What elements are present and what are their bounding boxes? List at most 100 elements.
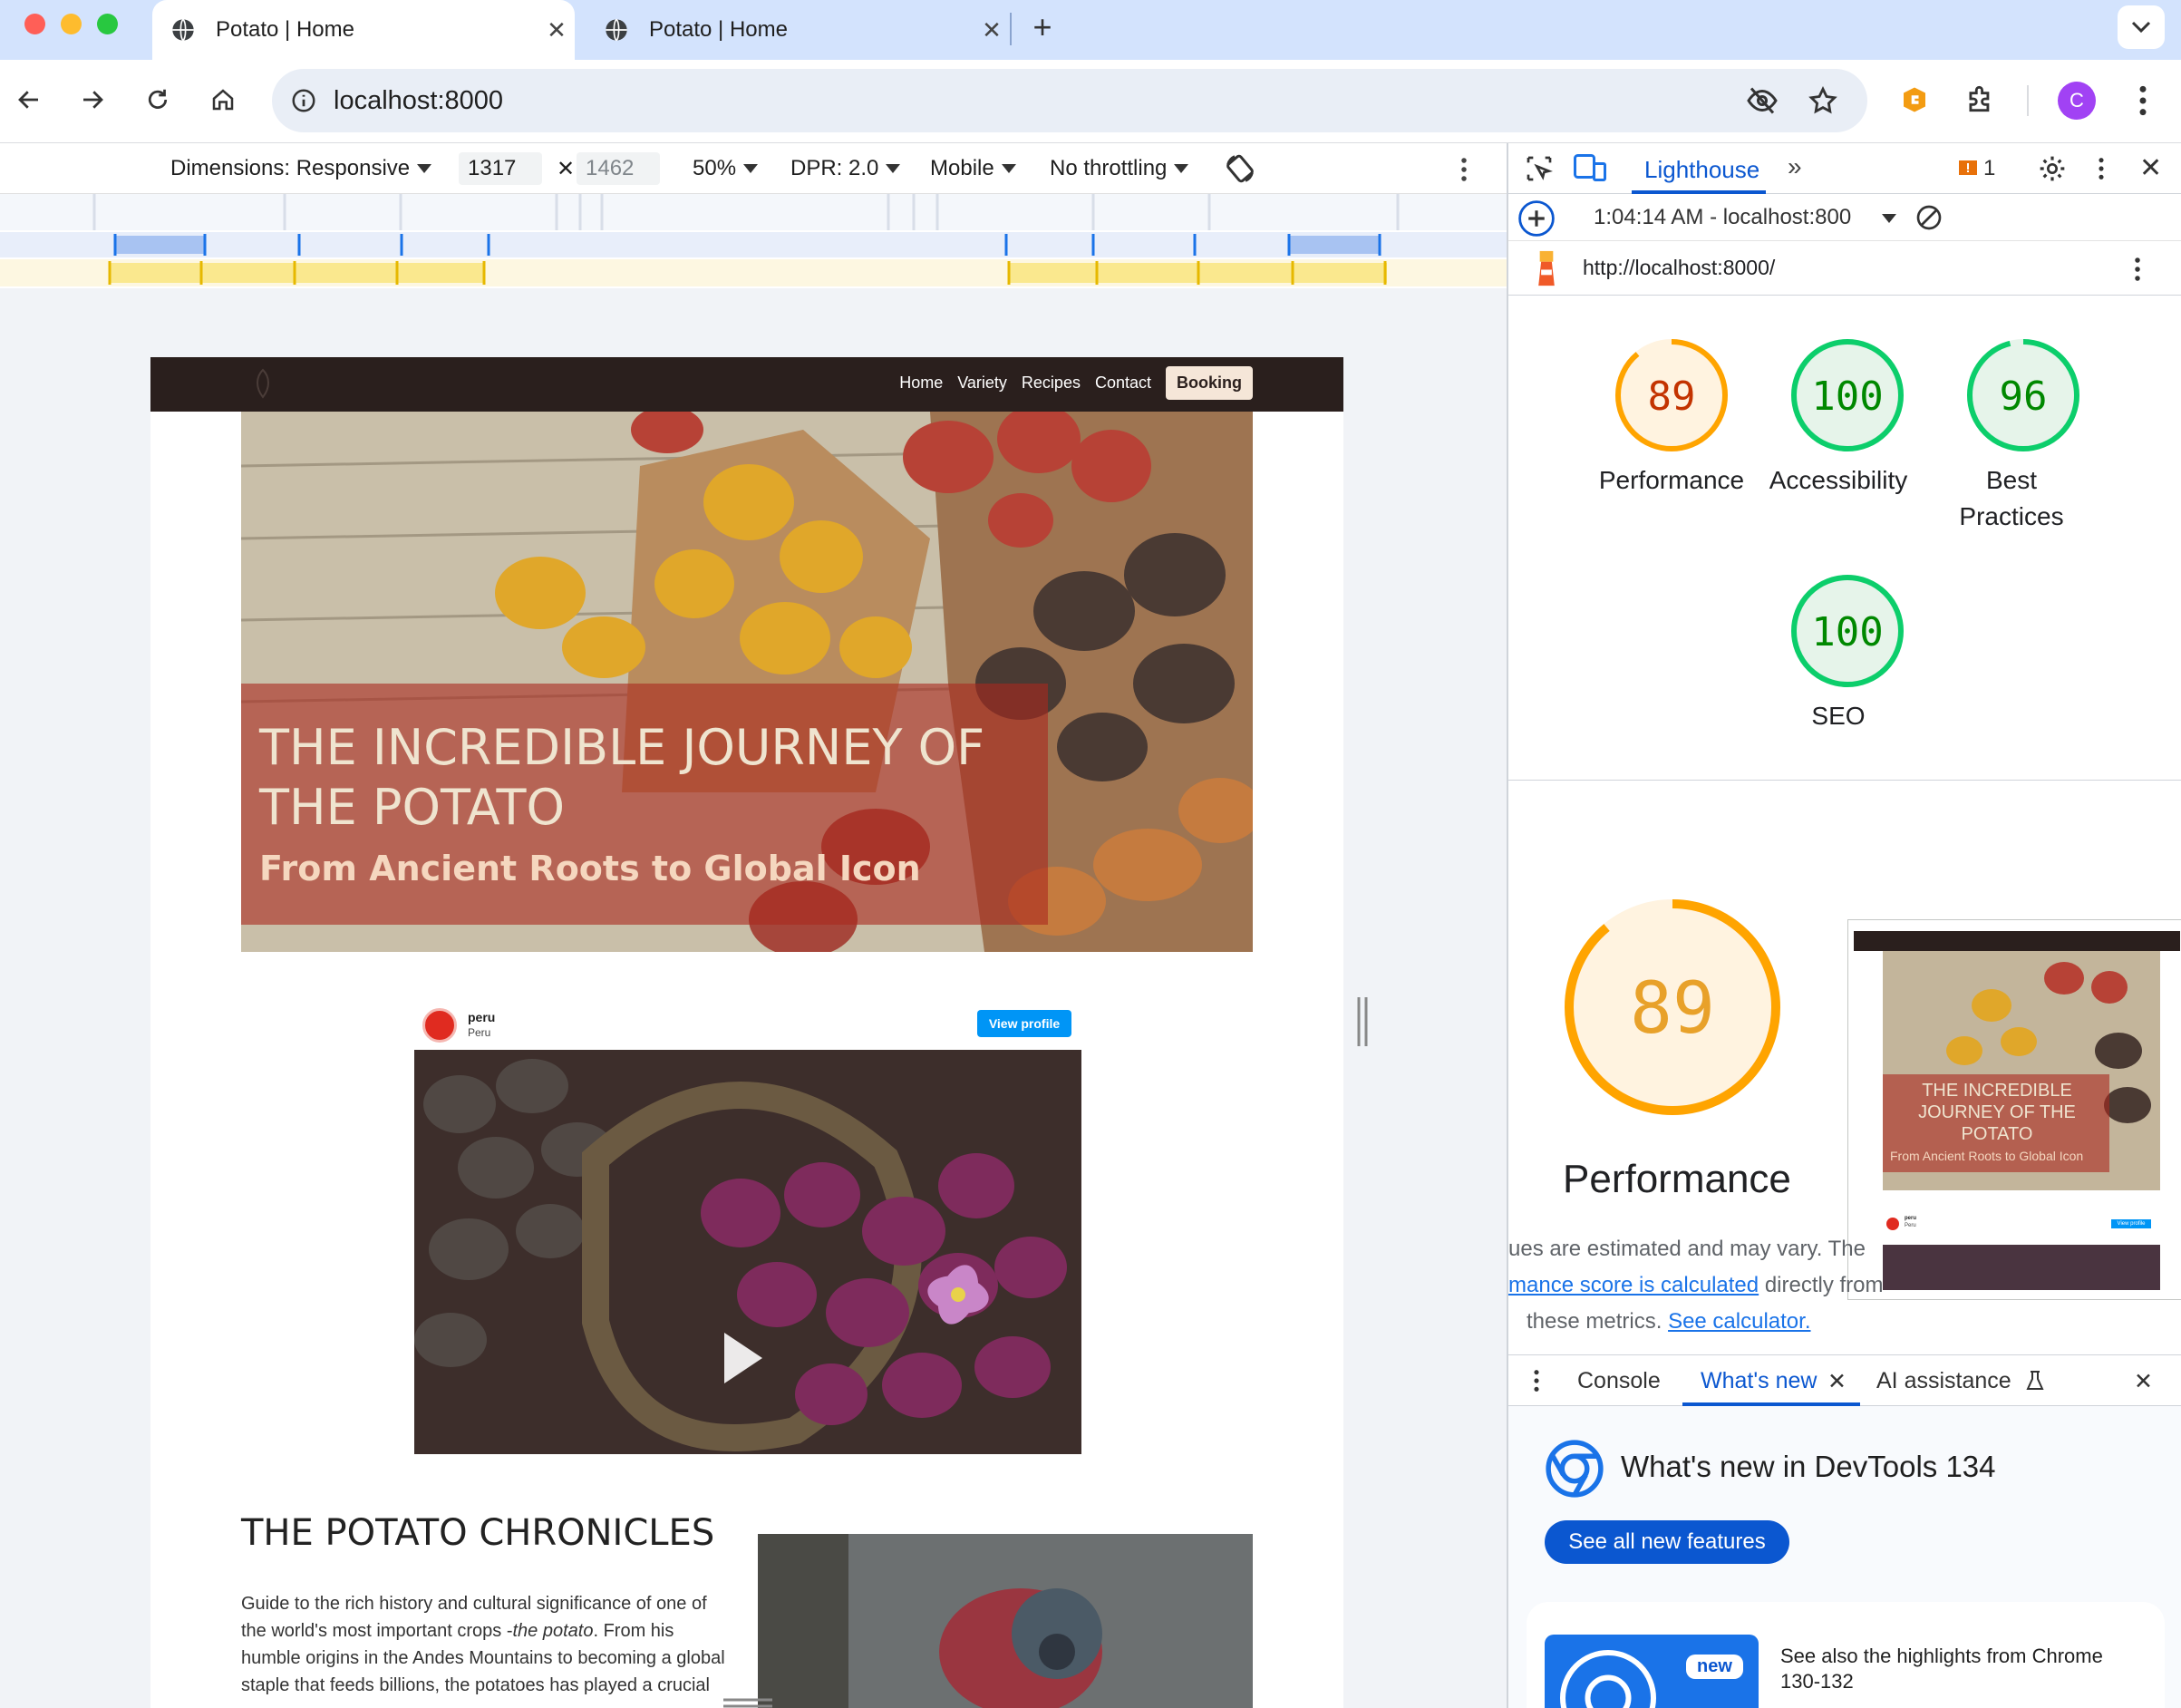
device-toolbar-icon[interactable] xyxy=(1574,152,1606,183)
throttling-label: No throttling xyxy=(1050,156,1168,180)
perf-note-2: directly from xyxy=(1764,1273,1884,1297)
rotate-icon[interactable] xyxy=(1224,152,1256,185)
more-vertical-icon[interactable] xyxy=(2132,256,2143,283)
nav-link-contact[interactable]: Contact xyxy=(1095,374,1151,393)
dimensions-dropdown[interactable]: Dimensions: Responsive xyxy=(170,156,432,181)
chronicles-text: Guide to the rich history and cultural s… xyxy=(241,1590,731,1699)
height-input[interactable]: 1462 xyxy=(577,152,660,185)
zoom-dropdown[interactable]: 50% xyxy=(693,156,759,181)
close-window-button[interactable] xyxy=(24,14,45,34)
bottom-resize-handle-icon[interactable] xyxy=(723,1697,772,1708)
gauge-best-practices[interactable]: 96 xyxy=(1967,339,2079,451)
thumb-video xyxy=(1883,1245,2160,1290)
final-screenshot-thumbnail[interactable]: THE INCREDIBLE JOURNEY OF THE POTATO Fro… xyxy=(1847,919,2181,1300)
whats-new-card[interactable]: new See also the highlights from Chrome … xyxy=(1527,1602,2165,1708)
view-profile-button[interactable]: View profile xyxy=(977,1010,1071,1037)
close-tab-icon[interactable]: ✕ xyxy=(538,16,575,44)
device-toolbar: Dimensions: Responsive 1317 ✕ 1462 50% D… xyxy=(0,143,1507,194)
nav-link-variety[interactable]: Variety xyxy=(957,374,1007,393)
score-gauges: 89 100 96 100 xyxy=(1615,339,2079,687)
tab-potato-home[interactable]: Potato | Home ✕ xyxy=(587,0,1010,60)
more-vertical-icon[interactable] xyxy=(1458,156,1470,183)
star-icon[interactable] xyxy=(1808,85,1838,116)
site-nav-links: Home Variety Recipes Contact Booking xyxy=(899,366,1253,400)
see-calculator-link[interactable]: See calculator. xyxy=(1668,1309,1810,1334)
thumb-view-button: View profile xyxy=(2111,1219,2151,1228)
profile-avatar[interactable]: C xyxy=(2058,82,2096,120)
zoom-window-button[interactable] xyxy=(97,14,118,34)
minimize-window-button[interactable] xyxy=(61,14,82,34)
close-whats-new-icon[interactable]: ✕ xyxy=(1827,1368,1847,1395)
dpr-dropdown[interactable]: DPR: 2.0 xyxy=(790,156,901,181)
performance-big-gauge-ring[interactable]: 89 xyxy=(1565,899,1780,1115)
tab-lighthouse[interactable]: Lighthouse xyxy=(1644,156,1759,184)
plus-circle-icon[interactable] xyxy=(1517,199,1556,238)
whats-new-card-text: See also the highlights from Chrome 130-… xyxy=(1780,1645,2103,1693)
forward-button[interactable] xyxy=(71,78,114,121)
breakpoint-bar[interactable] xyxy=(0,232,1507,257)
clear-icon[interactable] xyxy=(1914,203,1944,232)
resize-handle-icon[interactable] xyxy=(1356,997,1369,1046)
new-badge: new xyxy=(1686,1655,1743,1679)
more-vertical-icon[interactable] xyxy=(2096,156,2107,181)
farmer-image xyxy=(758,1534,1253,1708)
more-tabs-icon[interactable]: » xyxy=(1788,152,1802,181)
farmer-photo xyxy=(758,1534,1253,1708)
instagram-location: Peru xyxy=(468,1026,491,1039)
thumb-embed-avatar xyxy=(1886,1218,1899,1230)
instagram-video[interactable] xyxy=(414,1050,1081,1454)
arrow-right-icon xyxy=(83,91,103,109)
nav-link-home[interactable]: Home xyxy=(899,374,943,393)
nav-link-recipes[interactable]: Recipes xyxy=(1022,374,1081,393)
max-width-bar[interactable] xyxy=(0,259,1507,286)
gauge-seo[interactable]: 100 xyxy=(1791,575,1904,687)
new-tab-button[interactable]: + xyxy=(1023,7,1062,47)
caret-down-icon xyxy=(417,164,432,173)
gauge-accessibility-value: 100 xyxy=(1811,374,1883,420)
caret-down-icon[interactable] xyxy=(1882,214,1896,223)
booking-button[interactable]: Booking xyxy=(1166,366,1253,400)
profile-initial: C xyxy=(2070,89,2084,112)
more-vertical-icon[interactable] xyxy=(2132,83,2154,118)
gauge-performance[interactable]: 89 xyxy=(1615,339,1728,451)
inspect-element-icon[interactable] xyxy=(1525,154,1554,183)
close-drawer-icon[interactable]: ✕ xyxy=(2134,1368,2153,1395)
gauge-accessibility[interactable]: 100 xyxy=(1791,339,1904,451)
drawer-tab-ai-assistance[interactable]: AI assistance xyxy=(1876,1368,2011,1394)
extensions-puzzle-icon[interactable] xyxy=(1963,82,1998,116)
report-time[interactable]: 1:04:14 AM - localhost:800 xyxy=(1594,205,1851,230)
media-query-bar[interactable] xyxy=(0,194,1507,230)
toolbar-divider xyxy=(2027,85,2029,116)
back-button[interactable] xyxy=(7,78,51,121)
tab-search-button[interactable] xyxy=(2118,5,2165,49)
throttling-dropdown[interactable]: No throttling xyxy=(1050,156,1189,181)
issues-badge[interactable]: 1 xyxy=(1958,156,1995,181)
thumb-hero-title: THE INCREDIBLE JOURNEY OF THE POTATO xyxy=(1918,1081,2076,1144)
close-devtools-icon[interactable]: ✕ xyxy=(2139,152,2162,184)
drawer-tab-console[interactable]: Console xyxy=(1577,1368,1661,1394)
leaf-logo-icon[interactable] xyxy=(252,368,274,399)
more-vertical-icon[interactable] xyxy=(1532,1368,1541,1393)
address-bar[interactable]: localhost:8000 xyxy=(272,69,1867,132)
see-all-features-button[interactable]: See all new features xyxy=(1545,1520,1789,1564)
drawer-tab-whats-new[interactable]: What's new xyxy=(1701,1368,1817,1394)
report-url[interactable]: http://localhost:8000/ xyxy=(1583,256,1775,280)
home-button[interactable] xyxy=(201,78,245,121)
perf-score-link[interactable]: mance score is calculated xyxy=(1508,1273,1759,1297)
instagram-name[interactable]: peru xyxy=(468,1010,495,1024)
extension-g-icon[interactable] xyxy=(1898,83,1931,116)
dimensions-label: Dimensions: Responsive xyxy=(170,156,411,180)
width-input[interactable]: 1317 xyxy=(459,152,542,185)
caret-down-icon xyxy=(743,164,759,173)
reload-button[interactable] xyxy=(136,78,179,121)
settings-gear-icon[interactable] xyxy=(2038,154,2067,183)
performance-big-gauge: 89 xyxy=(1565,899,1780,1115)
eye-off-icon[interactable] xyxy=(1746,87,1779,114)
gauge-label-seo: SEO xyxy=(1811,702,1866,730)
close-tab-icon[interactable]: ✕ xyxy=(974,16,1010,44)
device-type-dropdown[interactable]: Mobile xyxy=(930,156,1016,181)
tab-potato-home-active[interactable]: Potato | Home ✕ xyxy=(152,0,575,60)
performance-big-gauge-ring-value: 89 xyxy=(1630,968,1715,1050)
dimension-times-icon: ✕ xyxy=(557,157,576,181)
instagram-avatar[interactable] xyxy=(422,1008,457,1043)
